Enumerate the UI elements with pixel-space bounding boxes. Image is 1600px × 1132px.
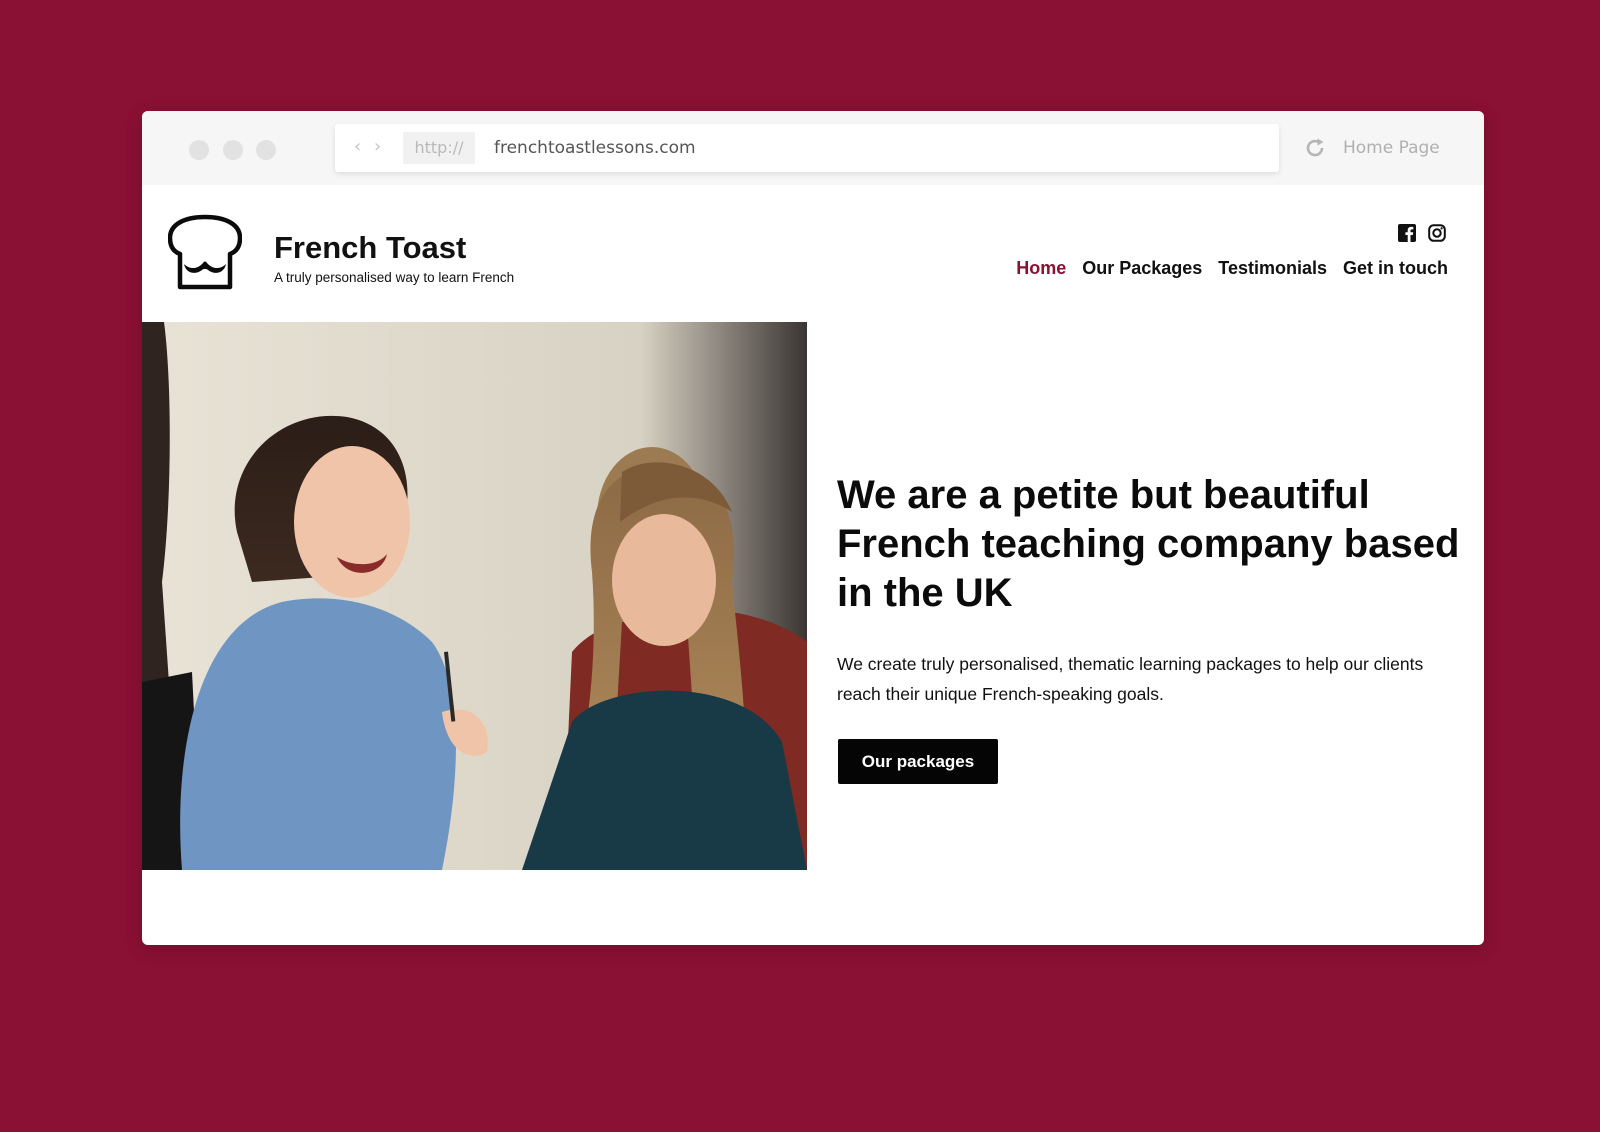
address-bar[interactable]: ‹ › http:// frenchtoastlessons.com [335,124,1279,172]
instagram-icon[interactable] [1428,224,1446,242]
window-minimize-dot[interactable] [223,140,243,160]
browser-window: ‹ › http:// frenchtoastlessons.com Home … [142,111,1484,945]
url-protocol: http:// [403,132,475,164]
home-page-label[interactable]: Home Page [1343,135,1440,161]
nav-testimonials[interactable]: Testimonials [1218,256,1327,280]
toast-mustache-logo[interactable] [168,214,242,290]
main-nav: Home Our Packages Testimonials Get in to… [1016,256,1448,280]
browser-toolbar: ‹ › http:// frenchtoastlessons.com Home … [142,111,1484,185]
window-maximize-dot[interactable] [256,140,276,160]
back-arrow-icon[interactable]: ‹ [354,134,361,160]
brand-title[interactable]: French Toast [274,229,466,267]
hero-photo [142,322,807,870]
brand-subtitle: A truly personalised way to learn French [274,270,515,285]
nav-our-packages[interactable]: Our Packages [1082,256,1202,280]
hero-heading: We are a petite but beautiful French tea… [837,473,1460,615]
hero-description: We create truly personalised, thematic l… [837,654,1424,704]
reload-icon[interactable] [1302,135,1328,161]
nav-home[interactable]: Home [1016,256,1066,280]
forward-arrow-icon[interactable]: › [374,134,381,160]
our-packages-button[interactable]: Our packages [838,739,998,784]
url-text[interactable]: frenchtoastlessons.com [494,124,696,172]
window-close-dot[interactable] [189,140,209,160]
facebook-icon[interactable] [1398,224,1416,242]
hero-photo-illustration [142,322,807,870]
nav-get-in-touch[interactable]: Get in touch [1343,256,1448,280]
